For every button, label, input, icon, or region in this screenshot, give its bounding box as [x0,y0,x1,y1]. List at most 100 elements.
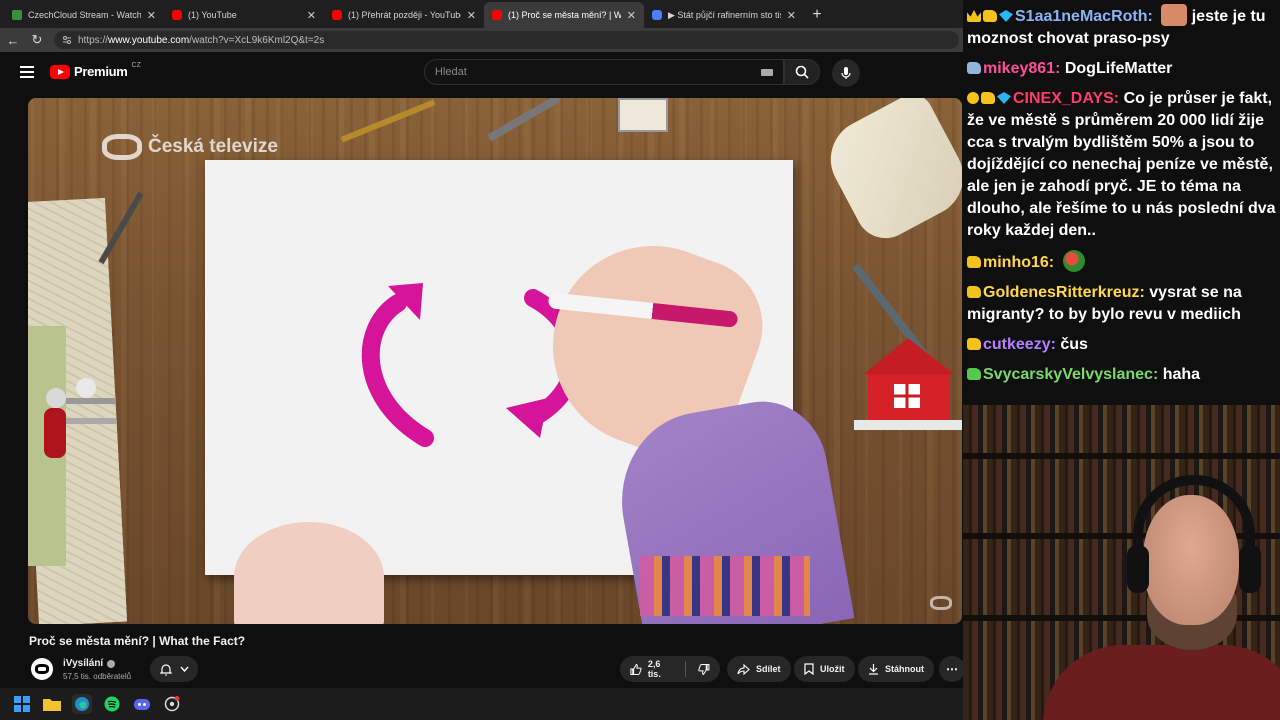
video-sleeve-pattern [640,556,810,616]
tab-close-icon[interactable]: ✕ [627,9,636,22]
chat-text: DogLifeMatter [1064,60,1173,77]
url-field[interactable]: https://www.youtube.com/watch?v=XcL9k6Km… [54,31,959,49]
logo-country: CZ [131,62,141,69]
like-divider [685,661,687,677]
headphone-right-cup [1239,545,1261,593]
greenhand-badge-icon [967,368,981,380]
tab-title: CzechCloud Stream - Watch Live o [28,10,141,20]
new-tab-button[interactable]: + [804,2,830,28]
stream-chat: S1aa1neMacRoth: jeste je tu moznost chov… [963,0,1280,405]
chat-username[interactable]: S1aa1neMacRoth [1015,8,1148,25]
ct-watermark: Česká televize [102,134,278,160]
tab-close-icon[interactable]: ✕ [467,9,476,22]
browser-tab[interactable]: (1) Proč se města mění? | What the ✕ [484,2,644,28]
more-actions-button[interactable]: ⋯ [939,656,965,682]
browser-tab[interactable]: ▶ Stát půjčí rafinerním sto tisíc tun ✕ [644,2,804,28]
chat-message: GoldenesRitterkreuz: vysrat se na migran… [967,282,1276,326]
download-icon [869,664,878,675]
like-icon[interactable] [630,663,642,676]
save-label: Uložit [820,664,845,674]
bookmark-icon [804,663,814,675]
headphone-left-cup [1127,545,1149,593]
hand-badge-icon [981,92,995,104]
chat-separator: : [1139,284,1150,301]
ct-corner-logo-icon [930,596,952,610]
tab-close-icon[interactable]: ✕ [307,9,316,22]
video-title: Proč se města mění? | What the Fact? [29,634,246,648]
chat-username[interactable]: mikey861 [983,60,1055,77]
channel-row: iVysílání 57,5 tis. odběratelů 2,6 tis. … [29,656,965,686]
share-button[interactable]: Sdílet [727,656,791,682]
hand-badge-icon [967,338,981,350]
tab-title: ▶ Stát půjčí rafinerním sto tisíc tun [668,9,781,20]
chat-separator: : [1048,254,1059,271]
webcam-shelf-board [963,453,1280,459]
like-count[interactable]: 2,6 tis. [648,659,673,679]
file-explorer-icon[interactable] [42,694,62,714]
dislike-icon[interactable] [698,663,710,676]
search-placeholder: Hledat [435,66,467,78]
reload-icon[interactable]: ↻ [30,32,44,48]
chat-username[interactable]: GoldenesRitterkreuz [983,284,1139,301]
chat-text: čus [1060,336,1088,353]
tab-close-icon[interactable]: ✕ [147,9,156,22]
more-icon: ⋯ [946,662,958,676]
edge-browser-icon[interactable] [72,694,92,714]
tab-favicon-icon [172,10,182,20]
chat-separator: : [1147,8,1158,25]
chat-separator: : [1055,60,1065,77]
download-label: Stáhnout [885,664,924,674]
voice-search-button[interactable] [832,59,860,87]
browser-tab[interactable]: CzechCloud Stream - Watch Live o ✕ [4,2,164,28]
chat-message: SvycarskyVelvyslanec: haha [967,364,1276,386]
url-prefix: https:// [78,34,109,46]
spotify-icon[interactable] [102,694,122,714]
chat-username[interactable]: minho16 [983,254,1049,271]
share-label: Sdílet [756,664,781,674]
microphone-icon [841,67,851,79]
chat-message: mikey861: DogLifeMatter [967,58,1276,80]
chat-message: S1aa1neMacRoth: jeste je tu moznost chov… [967,4,1276,50]
chat-emote-icon [1161,4,1188,26]
chat-separator: : [1152,366,1163,383]
url-path: /watch?v=XcL9k6Kml2Q&t=2s [189,34,325,46]
save-button[interactable]: Uložit [794,656,855,682]
ct-watermark-text: Česká televize [148,136,278,157]
hand-badge-icon [983,10,997,22]
download-button[interactable]: Stáhnout [858,656,934,682]
screen: CzechCloud Stream - Watch Live o✕(1) You… [0,0,1280,720]
youtube-logo[interactable]: Premium CZ [50,62,141,79]
browser-tab[interactable]: (1) Přehrát později - YouTube ✕ [324,2,484,28]
chat-text: haha [1162,366,1201,383]
browser-tab[interactable]: (1) YouTube ✕ [164,2,324,28]
address-bar: ← ↻ https://www.youtube.com/watch?v=XcL9… [0,28,963,52]
tab-favicon-icon [332,10,342,20]
keyboard-icon[interactable] [761,69,773,76]
obs-settings-icon[interactable] [162,694,182,714]
tab-close-icon[interactable]: ✕ [787,9,796,22]
chat-username[interactable]: CINEX_DAYS [1013,90,1114,107]
windows-start-icon[interactable] [12,694,32,714]
subscription-bell-button[interactable] [150,656,198,682]
youtube-play-icon [50,64,70,79]
video-player[interactable]: Česká televize [28,98,962,624]
channel-avatar[interactable] [31,658,53,680]
tab-title: (1) YouTube [188,10,237,20]
chat-message: CINEX_DAYS: Co je průser je fakt, že ve … [967,88,1276,242]
chat-separator: : [1050,336,1061,353]
menu-icon[interactable] [20,66,34,78]
chat-username[interactable]: cutkeezy [983,336,1051,353]
site-info-icon[interactable] [62,35,72,45]
coin-badge-icon [967,92,979,104]
tab-title: (1) Přehrát později - YouTube [348,10,461,20]
channel-name[interactable]: iVysílání [63,658,116,669]
tab-favicon-icon [492,10,502,20]
browser-window: CzechCloud Stream - Watch Live o✕(1) You… [0,0,965,688]
chat-username[interactable]: SvycarskyVelvyslanec [983,366,1153,383]
video-left-hand [234,522,384,624]
discord-icon[interactable] [132,694,152,714]
search-button[interactable] [784,59,820,85]
back-icon[interactable]: ← [6,33,20,48]
search-input[interactable]: Hledat [424,59,784,85]
search-icon [795,65,809,79]
